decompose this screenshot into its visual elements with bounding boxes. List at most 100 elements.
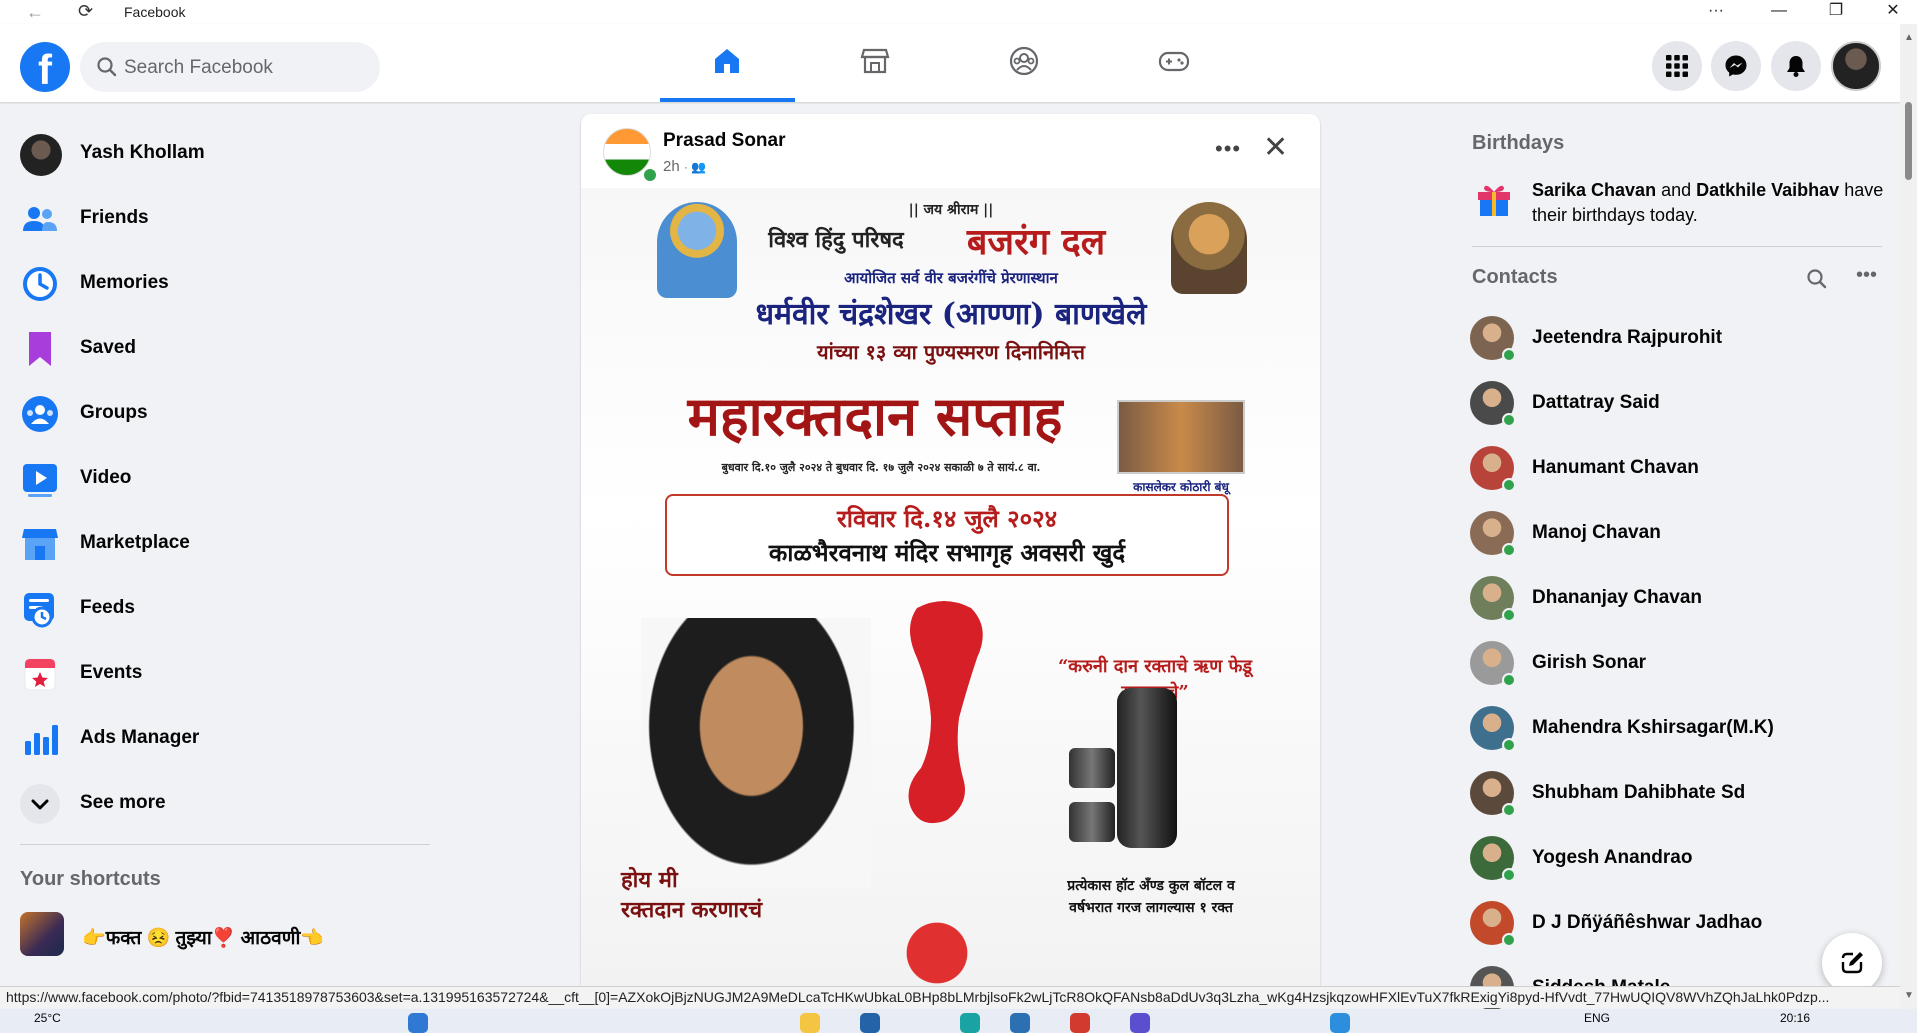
poster-slogan: होय मी — [621, 867, 678, 893]
post-options-button[interactable]: ••• — [1215, 136, 1241, 162]
scroll-up-arrow-icon[interactable]: ▲ — [1904, 32, 1914, 43]
contact-item[interactable]: Shubham Dahibhate Sd — [1470, 761, 1890, 821]
marketplace-icon — [860, 48, 890, 74]
start-icon[interactable] — [408, 1013, 428, 1033]
tab-gaming[interactable] — [1106, 24, 1241, 102]
online-status-dot — [1502, 673, 1516, 687]
new-message-button[interactable] — [1822, 933, 1882, 993]
contact-item[interactable]: Jeetendra Rajpurohit — [1470, 306, 1890, 366]
page-scrollbar[interactable]: ▲ ▼ — [1900, 24, 1917, 1009]
contact-item[interactable]: Yogesh Anandrao — [1470, 826, 1890, 886]
poster-offer: वर्षभरात गरज लागल्यास १ रक्त — [1069, 900, 1233, 916]
clock[interactable]: 20:16 — [1780, 1011, 1810, 1025]
contact-name: Manoj Chavan — [1532, 522, 1661, 543]
menu-grid-button[interactable] — [1652, 41, 1702, 91]
close-window-button[interactable]: ✕ — [1870, 0, 1916, 24]
contact-item[interactable]: Mahendra Kshirsagar(M.K) — [1470, 696, 1890, 756]
app-icon[interactable] — [1130, 1013, 1150, 1033]
gaming-icon — [1158, 51, 1190, 72]
contact-item[interactable]: Manoj Chavan — [1470, 501, 1890, 561]
sidebar-item-label: Groups — [80, 402, 148, 423]
friends-icon — [23, 207, 57, 231]
notifications-button[interactable] — [1771, 41, 1821, 91]
contact-name: Mahendra Kshirsagar(M.K) — [1532, 717, 1774, 738]
sidebar-item-saved[interactable]: Saved — [16, 319, 436, 379]
online-status-dot — [1502, 348, 1516, 362]
tab-home[interactable] — [660, 24, 795, 102]
sidebar-item-label: Marketplace — [80, 532, 190, 553]
sidebar-item-friends[interactable]: Friends — [16, 189, 436, 249]
shortcut-item[interactable]: 👉फक्त 😣 तुझ्या❣️ आठवणी👈 — [20, 910, 440, 960]
minimize-button[interactable]: — — [1756, 0, 1802, 24]
contact-item[interactable]: Girish Sonar — [1470, 631, 1890, 691]
contact-name: Dhananjay Chavan — [1532, 587, 1702, 608]
sidebar-item-see-more[interactable]: See more — [16, 774, 436, 834]
app-icon[interactable] — [1070, 1013, 1090, 1033]
browser-icon[interactable] — [1330, 1013, 1350, 1033]
facebook-logo-icon[interactable]: f — [20, 42, 70, 93]
contact-item[interactable]: Dhananjay Chavan — [1470, 566, 1890, 626]
birthdays-heading: Birthdays — [1472, 132, 1565, 154]
back-arrow-icon[interactable]: ← — [26, 2, 44, 23]
sidebar-item-video[interactable]: Video — [16, 449, 436, 509]
poster-line: धर्मवीर चंद्रशेखर (आण्णा) बाणखेले — [755, 297, 1147, 332]
window-title-bar: ← ⟳ Facebook ··· — ❐ ✕ — [0, 0, 1917, 24]
memories-icon — [23, 267, 57, 301]
top-navigation-bar: f Search Facebook — [0, 24, 1900, 102]
search-icon[interactable] — [1806, 268, 1828, 290]
birthday-notice[interactable]: Sarika Chavan and Datkhile Vaibhav have … — [1532, 178, 1892, 228]
sidebar-item-memories[interactable]: Memories — [16, 254, 436, 314]
contact-item[interactable]: Dattatray Said — [1470, 371, 1890, 431]
poster-slogan: रक्तदान करणारचं — [621, 897, 763, 923]
scrollbar-thumb[interactable] — [1905, 102, 1912, 180]
language-indicator[interactable]: ENG — [1584, 1011, 1610, 1025]
contact-item[interactable]: D J Dñÿáñêshwar Jadhao — [1470, 891, 1890, 951]
reload-icon[interactable]: ⟳ — [78, 1, 93, 22]
file-explorer-icon[interactable] — [800, 1013, 820, 1033]
feeds-icon — [24, 593, 54, 628]
app-icon[interactable] — [860, 1013, 880, 1033]
post-author-name[interactable]: Prasad Sonar — [663, 130, 786, 152]
contacts-heading: Contacts — [1472, 266, 1558, 288]
messenger-button[interactable] — [1711, 41, 1761, 91]
sidebar-item-groups[interactable]: Groups — [16, 384, 436, 444]
sidebar-item-label: Video — [80, 467, 132, 488]
cup-image — [1069, 802, 1115, 842]
tab-marketplace[interactable] — [808, 24, 943, 102]
os-taskbar: 25°C ENG 20:16 — [0, 1009, 1917, 1033]
poster-line: विश्व हिंदु परिषद — [768, 227, 904, 253]
contact-item[interactable]: Hanumant Chavan — [1470, 436, 1890, 496]
restore-button[interactable]: ❐ — [1813, 0, 1859, 24]
online-status-dot — [1502, 543, 1516, 557]
poster-photo — [1117, 400, 1245, 474]
link-preview-url: https://www.facebook.com/photo/?fbid=741… — [0, 986, 1900, 1008]
sidebar-item-profile[interactable]: Yash Khollam — [16, 124, 436, 184]
search-placeholder: Search Facebook — [124, 57, 273, 78]
sidebar-item-events[interactable]: Events — [16, 644, 436, 704]
sidebar-item-label: Events — [80, 662, 143, 683]
scroll-down-arrow-icon[interactable]: ▼ — [1904, 990, 1914, 1001]
post-time-text: 2h — [663, 158, 680, 175]
events-icon — [24, 658, 56, 691]
cup-image — [1069, 748, 1115, 788]
post-timestamp[interactable]: 2h · 👥 — [663, 158, 706, 175]
tab-groups[interactable] — [957, 24, 1092, 102]
sidebar-divider — [20, 844, 430, 845]
sidebar-item-feeds[interactable]: Feeds — [16, 579, 436, 639]
contacts-options-icon[interactable]: ••• — [1856, 264, 1877, 287]
shortcuts-heading: Your shortcuts — [20, 868, 161, 890]
ads-manager-icon — [25, 725, 58, 755]
close-icon[interactable]: ✕ — [1263, 130, 1288, 165]
window-more-button[interactable]: ··· — [1693, 0, 1739, 24]
account-avatar[interactable] — [1831, 41, 1881, 91]
post-author-avatar[interactable] — [603, 128, 658, 183]
post-image[interactable]: || जय श्रीराम || विश्व हिंदु परिषद बजरंग… — [581, 188, 1320, 994]
search-input[interactable]: Search Facebook — [80, 42, 380, 92]
compose-icon — [1841, 952, 1863, 974]
avatar — [20, 134, 62, 176]
sidebar-item-marketplace[interactable]: Marketplace — [16, 514, 436, 574]
weather-widget[interactable]: 25°C — [34, 1011, 61, 1025]
app-icon[interactable] — [1010, 1013, 1030, 1033]
sidebar-item-ads-manager[interactable]: Ads Manager — [16, 709, 436, 769]
app-icon[interactable] — [960, 1013, 980, 1033]
